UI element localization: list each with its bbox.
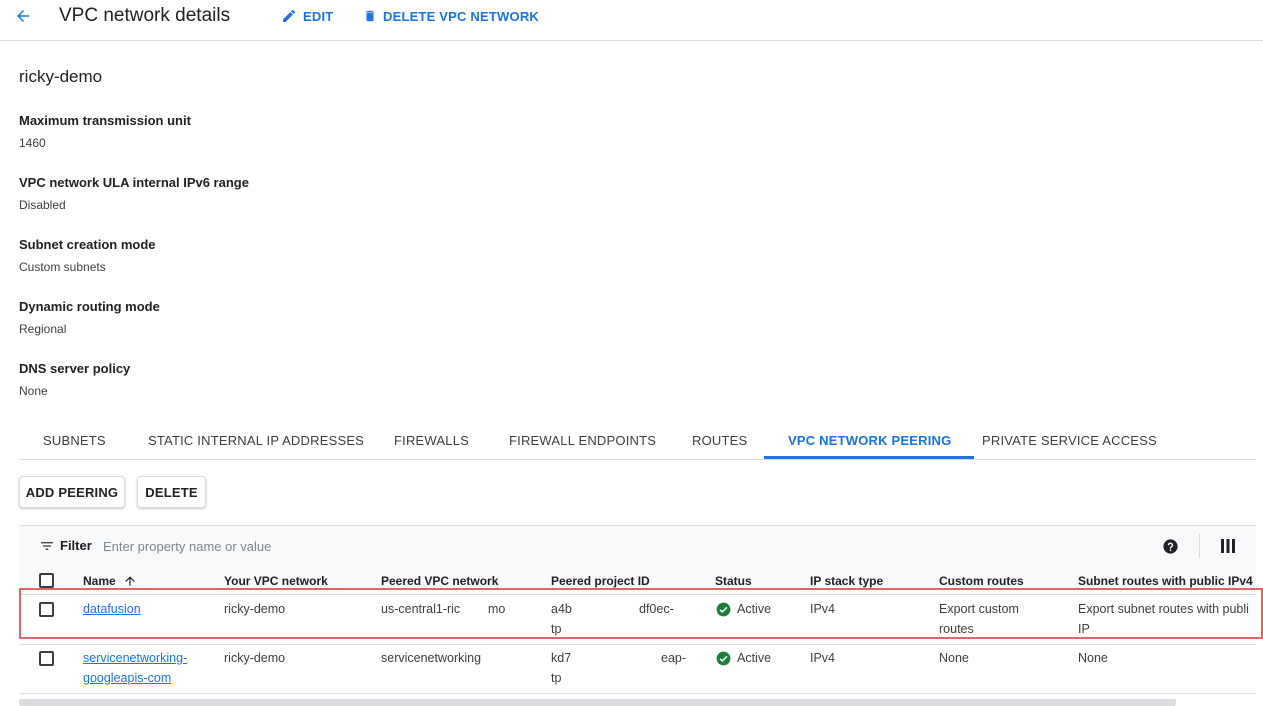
tab-private-service-access[interactable]: PRIVATE SERVICE ACCESS — [982, 422, 1157, 459]
edit-button[interactable]: EDIT — [281, 8, 333, 24]
back-button[interactable] — [12, 5, 34, 27]
column-header-status: Status — [715, 574, 752, 588]
filter-input[interactable] — [103, 535, 503, 557]
arrow-up-icon — [125, 576, 135, 586]
subnet-routes-cell: Export subnet routes with publi — [1078, 602, 1249, 616]
peering-name-link[interactable]: datafusion — [83, 599, 141, 619]
row-checkbox[interactable] — [39, 602, 54, 617]
column-header-your-vpc-network: Your VPC network — [224, 574, 328, 588]
filter-icon — [41, 542, 53, 550]
check-circle-icon — [716, 651, 731, 665]
ula-ipv6-label: VPC network ULA internal IPv6 range — [19, 175, 249, 190]
your-vpc-network-cell: ricky-demo — [224, 651, 286, 665]
tab-firewalls[interactable]: FIREWALLS — [394, 422, 469, 459]
peered-project-id-part: a4b — [551, 602, 572, 616]
check-circle-icon — [716, 602, 731, 616]
mtu-label: Maximum transmission unit — [19, 113, 191, 128]
tab-bar: SUBNETS STATIC INTERNAL IP ADDRESSES FIR… — [19, 422, 1256, 460]
page-title: VPC network details — [59, 5, 231, 26]
dns-policy-label: DNS server policy — [19, 361, 131, 376]
arrow-left-icon — [17, 10, 29, 22]
column-header-peered-project-id: Peered project ID — [551, 574, 650, 588]
subnet-mode-label: Subnet creation mode — [19, 237, 156, 252]
peered-project-id-part: eap- — [661, 651, 687, 665]
delete-vpc-network-label: DELETE VPC NETWORK — [383, 8, 539, 24]
peered-vpc-network-cell: servicenetworking — [381, 651, 482, 665]
custom-routes-cell: Export custom — [939, 602, 1019, 616]
column-display-icon[interactable] — [1221, 539, 1235, 553]
routing-mode-label: Dynamic routing mode — [19, 299, 160, 314]
column-header-subnet-routes: Subnet routes with public IPv4 — [1078, 574, 1253, 588]
status-badge: Active — [716, 648, 771, 668]
subnet-routes-cell: None — [1078, 651, 1108, 665]
pencil-icon — [283, 9, 296, 22]
ip-stack-type-cell: IPv4 — [810, 602, 836, 616]
page-header: VPC network details EDIT DELETE VPC NETW… — [0, 0, 1263, 41]
status-text: Active — [737, 651, 772, 665]
mtu-value: 1460 — [19, 136, 46, 150]
column-header-ip-stack-type: IP stack type — [810, 574, 884, 588]
add-peering-button[interactable]: ADD PEERING — [19, 476, 125, 508]
toolbar-divider — [1199, 534, 1200, 558]
row-checkbox[interactable] — [39, 651, 54, 666]
peered-vpc-network-cell: us-central1-ric mo — [381, 602, 506, 616]
custom-routes-cell: None — [939, 651, 969, 665]
tab-subnets[interactable]: SUBNETS — [43, 422, 106, 459]
peering-name-link[interactable]: googleapis-com — [83, 668, 171, 688]
peering-table: Filter Name Your VPC network Peered VPC … — [19, 525, 1256, 695]
subnet-mode-value: Custom subnets — [19, 260, 106, 274]
trash-icon — [365, 10, 375, 22]
column-header-peered-vpc-network: Peered VPC network — [381, 574, 499, 588]
column-header-custom-routes: Custom routes — [939, 574, 1024, 588]
peered-project-id-part: tp — [551, 671, 562, 685]
tab-vpc-network-peering[interactable]: VPC NETWORK PEERING — [764, 422, 975, 459]
tab-static-internal-ip-addresses[interactable]: STATIC INTERNAL IP ADDRESSES — [148, 422, 364, 459]
column-header-name[interactable]: Name — [83, 574, 137, 588]
status-text: Active — [737, 602, 772, 616]
custom-routes-cell: routes — [939, 622, 974, 636]
column-header-name-label: Name — [83, 574, 116, 588]
edit-button-label: EDIT — [303, 8, 334, 24]
peered-project-id-part: df0ec- — [639, 602, 674, 616]
table-header: Name Your VPC network Peered VPC network… — [19, 566, 1256, 595]
delete-vpc-network-button[interactable]: DELETE VPC NETWORK — [363, 8, 539, 24]
table-row: servicenetworking- googleapis-com ricky-… — [19, 645, 1256, 694]
tab-firewall-endpoints[interactable]: FIREWALL ENDPOINTS — [509, 422, 656, 459]
delete-peering-button[interactable]: DELETE — [137, 476, 206, 508]
table-row: datafusion ricky-demo us-central1-ric mo… — [19, 596, 1256, 645]
peering-name-link[interactable]: servicenetworking- — [83, 648, 187, 668]
network-name: ricky-demo — [19, 67, 103, 86]
status-badge: Active — [716, 599, 771, 619]
dns-policy-value: None — [19, 384, 48, 398]
your-vpc-network-cell: ricky-demo — [224, 602, 286, 616]
peered-project-id-part: kd7 — [551, 651, 572, 665]
peered-project-id-part: tp — [551, 622, 562, 636]
subnet-routes-cell: IP — [1078, 622, 1090, 636]
ula-ipv6-value: Disabled — [19, 198, 66, 212]
tab-routes[interactable]: ROUTES — [692, 422, 747, 459]
filter-bar: Filter — [19, 526, 1256, 566]
filter-label: Filter — [60, 538, 92, 553]
routing-mode-value: Regional — [19, 322, 67, 336]
horizontal-scrollbar[interactable] — [19, 699, 1176, 706]
ip-stack-type-cell: IPv4 — [810, 651, 836, 665]
select-all-checkbox[interactable] — [39, 573, 54, 588]
help-circle-icon[interactable] — [1162, 538, 1179, 555]
